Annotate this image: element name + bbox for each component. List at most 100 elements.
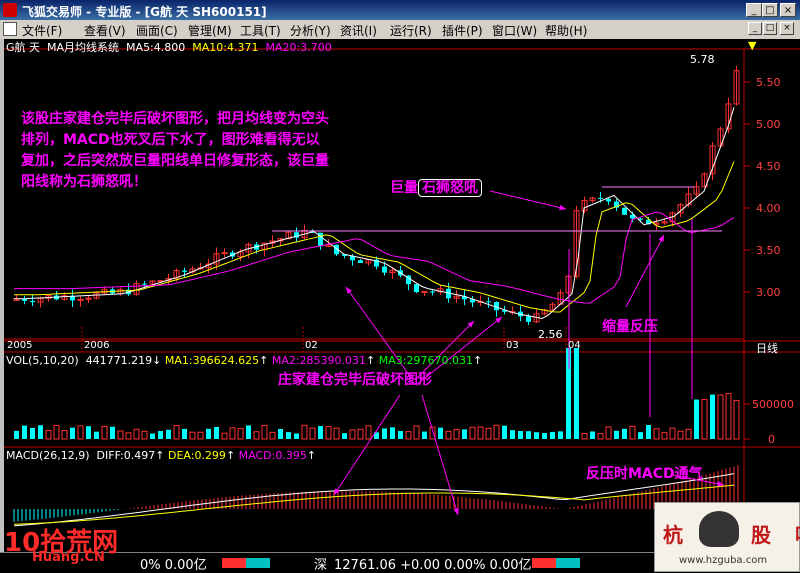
- volume-bar: [14, 430, 19, 439]
- chevron-down-icon[interactable]: ▼: [748, 39, 756, 52]
- volume-bar: [710, 394, 715, 439]
- volume-bar: [38, 425, 43, 439]
- volume-bar: [189, 431, 196, 440]
- volume-bar: [318, 426, 323, 439]
- volume-bar: [365, 425, 372, 440]
- menu-screen[interactable]: 画面(C): [136, 22, 178, 39]
- volume-bar: [294, 433, 299, 439]
- x-label: 03: [506, 340, 519, 351]
- minimize-button[interactable]: _: [746, 3, 762, 17]
- menu-view[interactable]: 查看(V): [84, 22, 126, 39]
- menu-manage[interactable]: 管理(M): [188, 22, 232, 39]
- volume-header: VOL(5,10,20) 441771.219↓ MA1:396624.625↑…: [6, 354, 483, 367]
- indicator-name: MA月均线系统: [47, 41, 120, 54]
- volume-bar: [398, 430, 403, 439]
- volume-bar: [550, 431, 555, 439]
- arrow-destroy-macd-a-head: [334, 488, 340, 495]
- volume-bar: [77, 425, 84, 440]
- ratio-bar: [532, 558, 580, 568]
- volume-bar: [182, 428, 187, 439]
- volume-bar: [510, 430, 515, 439]
- menu-file[interactable]: 文件(F): [22, 22, 62, 39]
- volume-bar: [534, 432, 539, 439]
- menu-plugins[interactable]: 插件(P): [442, 22, 483, 39]
- volume-bar: [485, 427, 492, 440]
- volume-bar: [694, 399, 699, 439]
- volume-bar: [325, 426, 332, 440]
- y-tick: 4.50: [756, 160, 781, 173]
- volume-bar: [558, 431, 563, 439]
- volume-bar: [646, 425, 651, 439]
- volume-bar: [469, 426, 476, 440]
- x-label: 2006: [84, 340, 110, 351]
- macd-diff: DIFF:0.497: [96, 449, 156, 462]
- chart-area[interactable]: G航 天 MA月均线系统 MA5:4.800 MA10:4.371 MA20:3…: [4, 39, 800, 552]
- volume-bar: [214, 426, 219, 439]
- volume-bar: [638, 432, 643, 439]
- volume-bar: [669, 427, 676, 440]
- volume-bar: [158, 431, 163, 439]
- macd-dea: DEA:0.299: [167, 449, 226, 462]
- volume-bar: [453, 428, 460, 440]
- volume-bar: [278, 428, 283, 439]
- menu-analysis[interactable]: 分析(Y): [290, 22, 331, 39]
- maximize-button[interactable]: □: [762, 3, 778, 17]
- volume-bar: [286, 432, 291, 439]
- sz-index-value: 12761.06 +0.00 0.00% 0.00亿: [334, 558, 532, 573]
- child-restore-button[interactable]: □: [763, 22, 777, 35]
- volume-bar: [597, 433, 604, 440]
- menu-info[interactable]: 资讯(I): [340, 22, 377, 39]
- arrow-destroy-macd-a: [333, 394, 401, 496]
- menu-help[interactable]: 帮助(H): [545, 22, 587, 39]
- candle-body: [142, 283, 147, 285]
- menu-bar: 文件(F) 查看(V) 画面(C) 管理(M) 工具(T) 分析(Y) 资讯(I…: [0, 20, 800, 39]
- volume-bar: [309, 427, 316, 440]
- ma5-value: MA5:4.800: [126, 41, 186, 54]
- candle-body: [358, 260, 363, 263]
- volume-bar: [261, 424, 268, 440]
- volume-bar: [622, 428, 627, 439]
- price-header: G航 天 MA月均线系统 MA5:4.800 MA10:4.371 MA20:3…: [6, 39, 332, 55]
- volume-bar: [229, 427, 236, 440]
- volume-bar: [701, 398, 708, 440]
- volume-bar: [61, 430, 68, 440]
- candle-body: [382, 266, 387, 273]
- close-button[interactable]: ×: [780, 3, 796, 17]
- volume-bar: [101, 425, 108, 440]
- menu-window[interactable]: 窗口(W): [492, 22, 537, 39]
- destroy-pattern-label: 庄家建仓完毕后破坏图形: [278, 372, 432, 388]
- watermark-right-url: www.hzguba.com: [679, 555, 768, 566]
- child-minimize-button[interactable]: _: [748, 22, 762, 35]
- volume-bar: [477, 426, 484, 440]
- child-close-button[interactable]: ×: [780, 22, 794, 35]
- volume-bar: [614, 430, 619, 439]
- arrow-destroy-c-head: [495, 317, 502, 324]
- candle-body: [430, 291, 435, 293]
- volume-bar: [166, 429, 171, 439]
- macd-header: MACD(26,12,9) DIFF:0.497↑ DEA:0.299↑ MAC…: [6, 449, 317, 462]
- volume-bar: [422, 431, 427, 439]
- ma20-value: MA20:3.700: [265, 41, 332, 54]
- volume-bar: [445, 430, 452, 440]
- document-icon[interactable]: [3, 22, 17, 36]
- status-left-value: 0% 0.00亿: [140, 558, 207, 573]
- arrow-to-big-candle: [489, 190, 567, 210]
- volume-bar: [94, 431, 99, 439]
- ratio-bar: [222, 558, 270, 568]
- volume-bar: [206, 428, 211, 439]
- volume-bar: [197, 431, 204, 440]
- menu-tools[interactable]: 工具(T): [240, 22, 281, 39]
- volume-bar: [438, 427, 443, 439]
- volume-bar: [725, 393, 732, 440]
- candle-body: [598, 197, 603, 199]
- volume-bar: [677, 430, 684, 440]
- volume-bar: [30, 427, 35, 439]
- volume-bar: [246, 425, 251, 439]
- macd-breath-label: 反压时MACD通气: [586, 466, 703, 482]
- volume-bar: [542, 433, 547, 439]
- y-tick: 5.50: [756, 76, 781, 89]
- menu-run[interactable]: 运行(R): [390, 22, 432, 39]
- volume-bar: [574, 348, 579, 439]
- arrow-destroy-a-head: [346, 287, 352, 294]
- y-tick: 4.00: [756, 202, 781, 215]
